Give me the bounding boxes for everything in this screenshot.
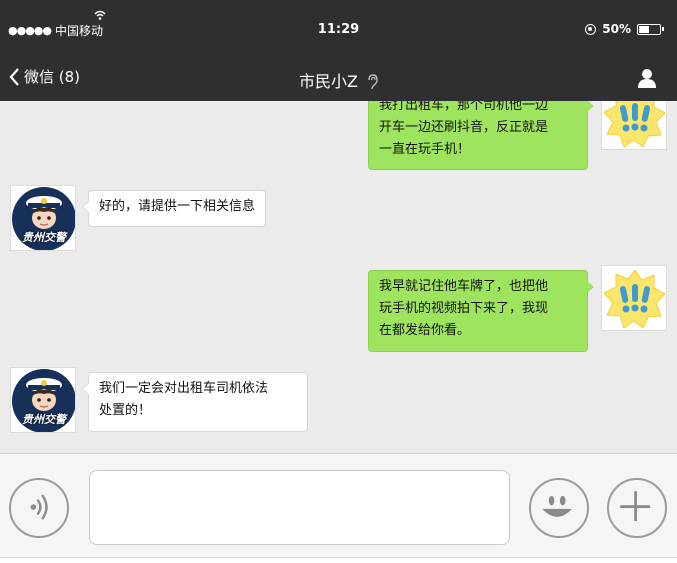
message-input[interactable]	[89, 470, 510, 545]
more-button[interactable]	[607, 478, 667, 538]
message-bubble-received[interactable]: 我们一定会对出租车司机依法 处置的！	[82, 372, 308, 432]
battery-icon	[637, 23, 664, 35]
voice-icon	[30, 494, 48, 520]
message-line: 处置的！	[99, 403, 152, 418]
chat-title-text: 市民小Z	[298, 72, 358, 91]
message-line: 一直在玩手机！	[379, 142, 471, 157]
battery-percent: 50%	[602, 22, 631, 36]
message-line: 好的，请提供一下相关信息	[99, 199, 256, 214]
my-avatar[interactable]	[601, 101, 667, 150]
message-bubble-sent[interactable]: 我早就记住他车牌了，也把他 玩手机的视频拍下来了，我现 在都发给你看。	[368, 270, 594, 352]
message-line: 开车一边还刷抖音，反正就是	[379, 120, 549, 135]
battery-fill	[639, 25, 649, 33]
chat-title: 市民小Z	[0, 68, 677, 92]
message-line: 我打出租车，那个司机他一边	[379, 101, 549, 113]
nav-bar: 微信 (8) 市民小Z	[0, 58, 677, 101]
wifi-icon	[94, 10, 106, 20]
chat-screen: ●●●●● 中国移动 11:29 50% 微信 (8) 市民小Z 我打出租车，那…	[0, 0, 677, 563]
status-right: 50%	[585, 22, 664, 36]
exclamation-sticker-icon	[603, 101, 666, 148]
input-bar	[0, 453, 677, 563]
message-bubble-sent[interactable]: 我打出租车，那个司机他一边 开车一边还刷抖音，反正就是 一直在玩手机！	[368, 101, 594, 170]
my-avatar[interactable]	[601, 265, 667, 331]
emoji-button[interactable]	[529, 478, 589, 538]
status-bar: ●●●●● 中国移动 11:29 50%	[0, 0, 677, 58]
voice-button[interactable]	[9, 478, 69, 538]
message-line: 在都发给你看。	[379, 323, 471, 338]
contact-profile-icon[interactable]	[637, 68, 657, 88]
orientation-lock-icon	[585, 23, 597, 35]
message-line: 我们一定会对出租车司机依法	[99, 381, 269, 396]
message-line: 我早就记住他车牌了，也把他	[379, 279, 549, 294]
message-list[interactable]: 我打出租车，那个司机他一边 开车一边还刷抖音，反正就是 一直在玩手机！ 贵州交警…	[0, 101, 677, 453]
avatar-caption: 贵州交警	[22, 231, 66, 244]
message-line: 玩手机的视频拍下来了，我现	[379, 301, 549, 316]
exclamation-sticker-icon	[603, 269, 666, 329]
contact-avatar[interactable]: 贵州交警	[10, 185, 76, 251]
bottom-edge	[0, 557, 677, 563]
earpiece-icon	[368, 74, 378, 90]
plus-icon	[620, 491, 651, 522]
contact-avatar[interactable]: 贵州交警	[10, 367, 76, 433]
emoji-icon	[542, 495, 573, 517]
status-time: 11:29	[317, 22, 360, 37]
message-bubble-received[interactable]: 好的，请提供一下相关信息	[81, 190, 267, 227]
avatar-caption: 贵州交警	[22, 413, 66, 426]
